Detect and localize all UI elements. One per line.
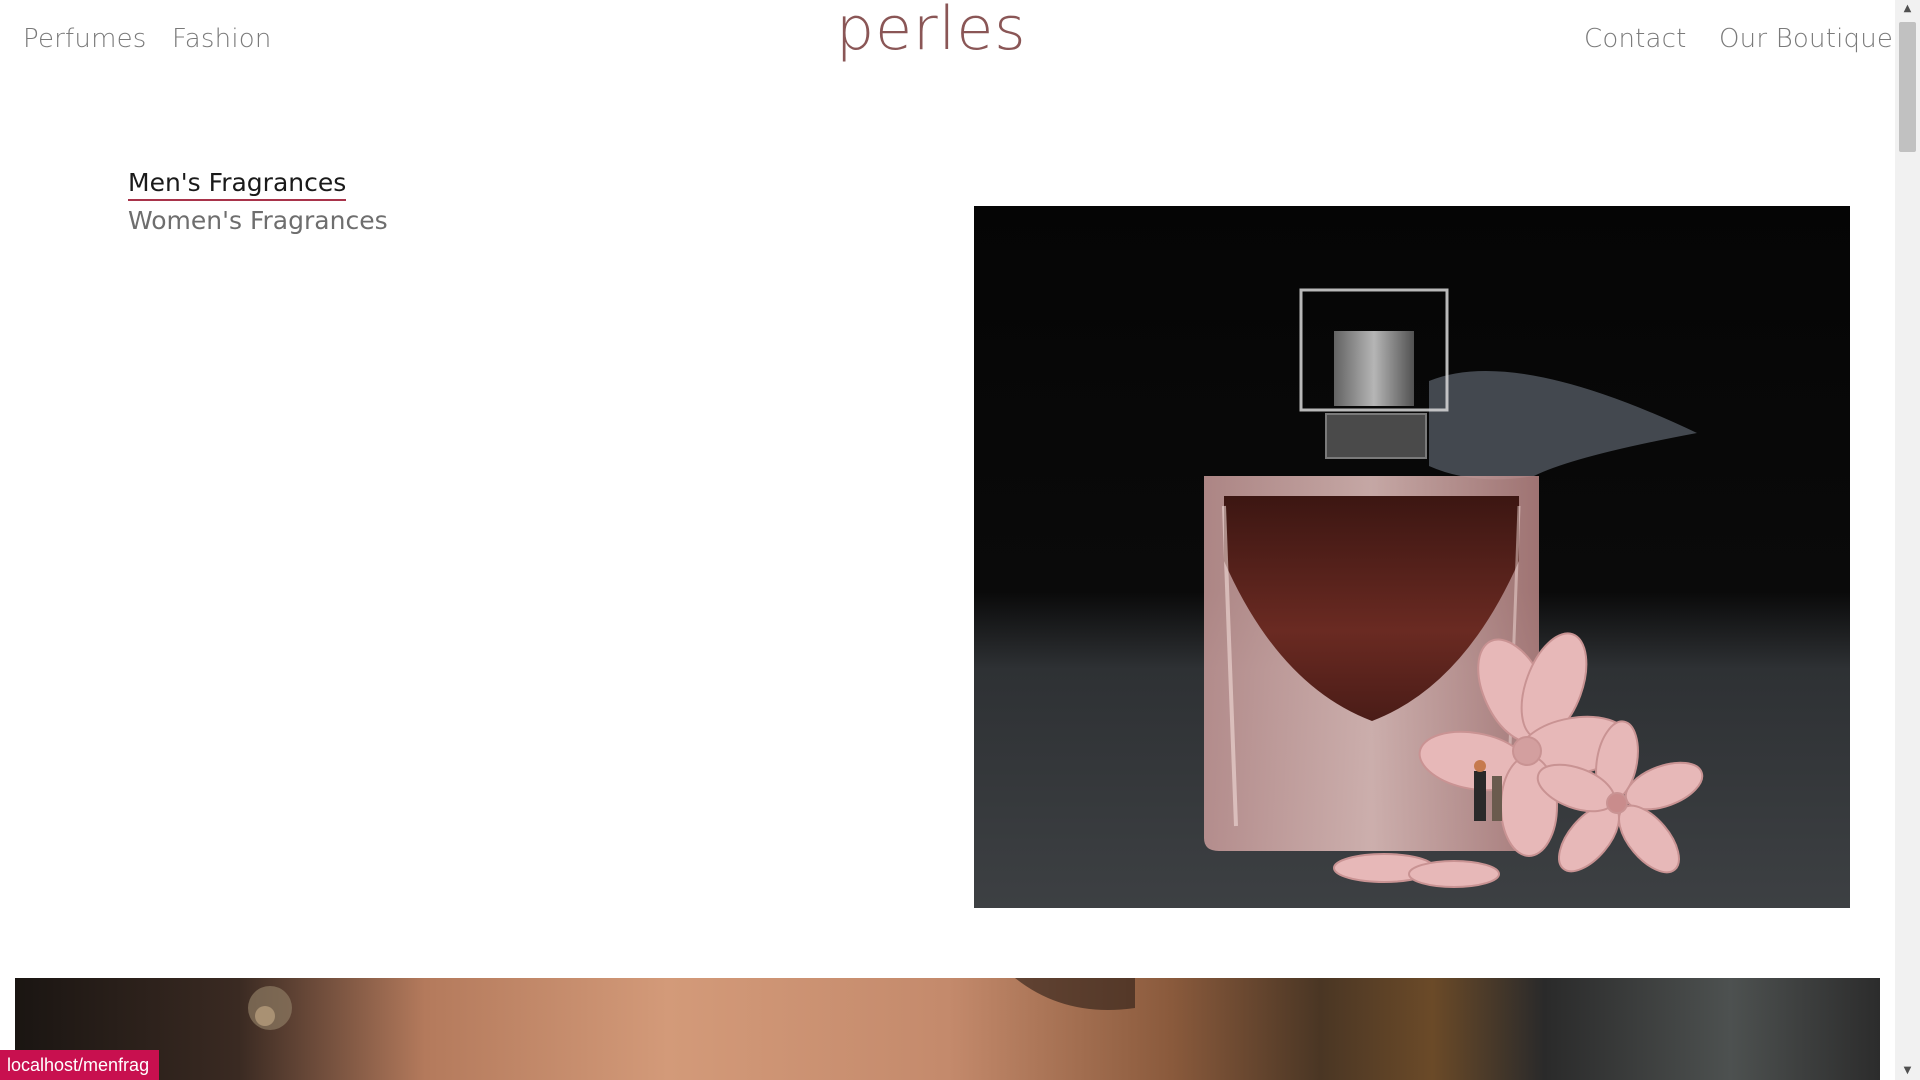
banner-illustration — [248, 978, 1135, 1030]
category-womens-fragrances[interactable]: Women's Fragrances — [128, 203, 388, 239]
nav-contact-link[interactable]: Contact — [1584, 24, 1687, 54]
scroll-up-icon[interactable]: ▲ — [1895, 0, 1920, 18]
nav-fashion-link[interactable]: Fashion — [172, 24, 272, 54]
status-url-bar: localhost/menfrag — [0, 1050, 160, 1080]
hero-perfume-image — [974, 206, 1850, 908]
vertical-scrollbar[interactable]: ▲ ▼ — [1895, 0, 1920, 1080]
nav-our-boutique-link[interactable]: Our Boutique — [1719, 24, 1893, 54]
site-logo[interactable]: perles — [836, 0, 1027, 64]
nav-perfumes-link[interactable]: Perfumes — [23, 24, 147, 54]
scroll-down-icon[interactable]: ▼ — [1895, 1062, 1920, 1080]
category-mens-fragrances[interactable]: Men's Fragrances — [128, 167, 347, 201]
perfume-bottle-illustration — [1204, 288, 1704, 888]
scroll-thumb[interactable] — [1899, 22, 1916, 152]
promo-banner-image — [15, 978, 1880, 1080]
category-list: Men's Fragrances Women's Fragrances — [128, 167, 388, 239]
page: Perfumes Fashion perles Contact Our Bout… — [0, 0, 1920, 1080]
